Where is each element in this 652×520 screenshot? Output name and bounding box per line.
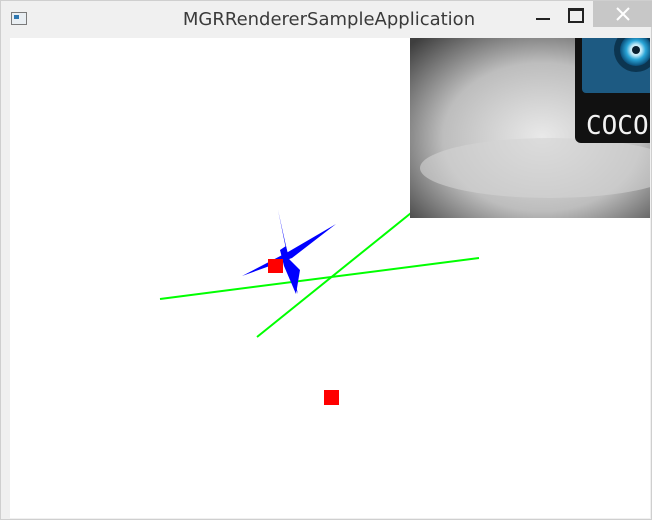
maximize-button[interactable] — [561, 1, 591, 27]
render-canvas[interactable]: COCOS — [10, 38, 650, 518]
red-point-lower — [324, 390, 339, 405]
sprite-logo-text: COCOS — [586, 111, 650, 141]
green-line-diagonal — [256, 212, 412, 338]
close-icon — [616, 7, 630, 21]
close-button[interactable] — [593, 1, 652, 27]
render-scene: COCOS — [159, 38, 650, 405]
minimize-button[interactable] — [528, 1, 558, 27]
title-bar[interactable]: MGRRendererSampleApplication — [1, 1, 652, 38]
red-point-upper — [268, 259, 283, 273]
green-line-horizontal — [159, 257, 480, 300]
app-window: MGRRendererSampleApplication COCO — [0, 0, 652, 520]
cocos-sprite-image: COCOS — [410, 38, 650, 218]
blue-star-shape — [242, 210, 336, 294]
minimize-icon — [536, 18, 550, 20]
maximize-icon — [568, 8, 584, 23]
